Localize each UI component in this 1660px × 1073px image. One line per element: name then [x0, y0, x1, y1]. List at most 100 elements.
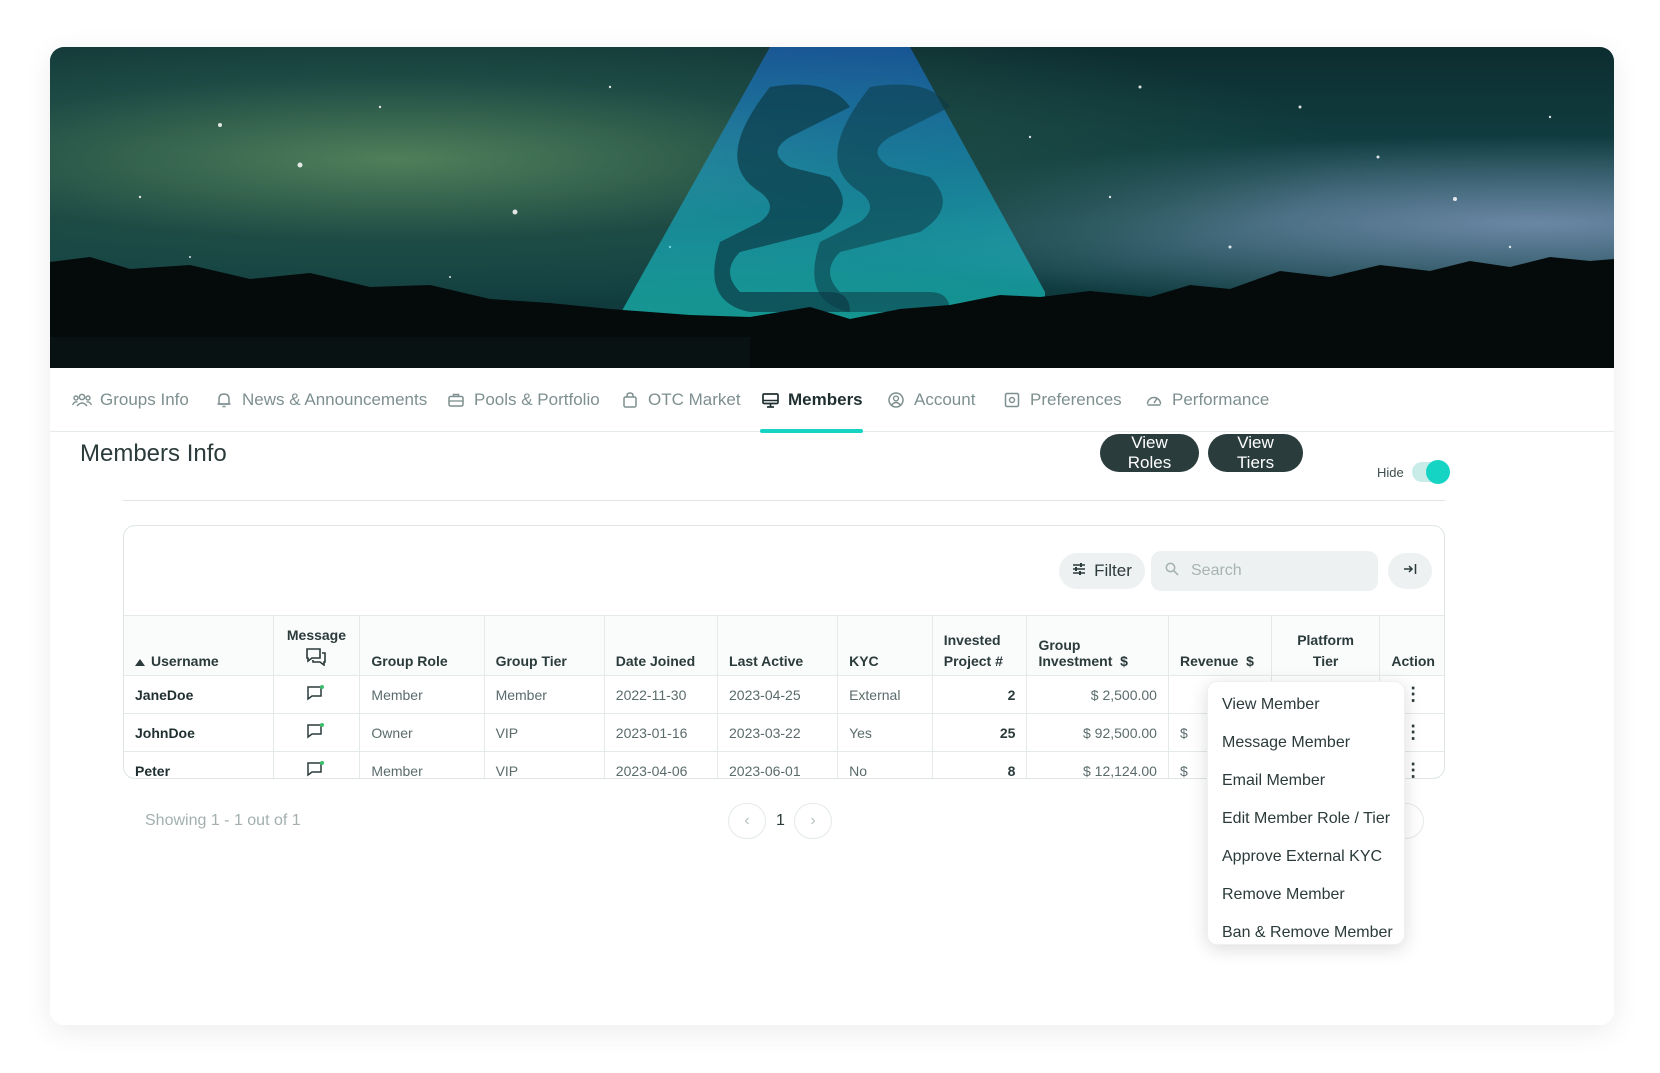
- tab-members[interactable]: Members: [760, 368, 863, 433]
- col-message: Message: [273, 615, 361, 676]
- col-date-joined: Date Joined: [604, 615, 719, 676]
- export-button[interactable]: [1388, 553, 1432, 589]
- col-group-investment-unit: $: [1120, 653, 1128, 669]
- menu-ban-remove-member[interactable]: Ban & Remove Member: [1208, 914, 1404, 952]
- col-group-investment-label: Group Investment: [1038, 637, 1113, 669]
- tab-groups-info-label: Groups Info: [100, 390, 189, 409]
- cell-group-tier: VIP: [484, 713, 605, 752]
- cell-message[interactable]: [273, 713, 361, 752]
- col-group-tier: Group Tier: [484, 615, 605, 676]
- menu-remove-member[interactable]: Remove Member: [1208, 876, 1404, 914]
- current-page[interactable]: 1: [776, 812, 785, 830]
- cell-invested: 8: [932, 751, 1028, 778]
- menu-email-member[interactable]: Email Member: [1208, 762, 1404, 800]
- tab-news-announcements[interactable]: News & Announcements: [214, 368, 427, 432]
- hide-toggle[interactable]: [1412, 460, 1450, 484]
- cell-group-tier: Member: [484, 675, 605, 714]
- col-last-active: Last Active: [717, 615, 839, 676]
- cell-date-joined: 2023-04-06: [604, 751, 719, 778]
- cell-username[interactable]: JaneDoe: [124, 675, 274, 714]
- cell-last-active: 2023-06-01: [717, 751, 839, 778]
- search-input[interactable]: [1191, 562, 1371, 580]
- col-username[interactable]: Username: [124, 615, 274, 676]
- tab-groups-info[interactable]: Groups Info: [72, 368, 189, 432]
- cell-last-active: 2023-03-22: [717, 713, 839, 752]
- cell-group-tier: VIP: [484, 751, 605, 778]
- menu-view-member[interactable]: View Member: [1208, 686, 1404, 724]
- tab-account[interactable]: Account: [886, 368, 975, 432]
- menu-approve-kyc[interactable]: Approve External KYC: [1208, 838, 1404, 876]
- settings-square-icon: [1002, 390, 1022, 410]
- gauge-icon: [1144, 390, 1164, 410]
- cell-username[interactable]: Peter: [124, 751, 274, 778]
- search-box[interactable]: [1151, 551, 1378, 591]
- view-roles-button[interactable]: View Roles: [1100, 433, 1199, 472]
- export-arrow-icon: [1403, 562, 1417, 580]
- col-invested-line2: Project #: [943, 653, 1003, 669]
- menu-message-member[interactable]: Message Member: [1208, 724, 1404, 762]
- message-icon[interactable]: [307, 723, 325, 742]
- section-divider: [123, 500, 1445, 501]
- cell-invested: 2: [932, 675, 1028, 714]
- bag-icon: [620, 390, 640, 410]
- cell-group-investment: $ 2,500.00: [1026, 675, 1169, 714]
- tab-members-label: Members: [788, 390, 863, 409]
- message-icon[interactable]: [307, 685, 325, 704]
- cell-group-role: Owner: [359, 713, 485, 752]
- sort-asc-icon: [135, 659, 145, 666]
- view-tiers-button[interactable]: View Tiers: [1208, 433, 1303, 472]
- tab-otc-market[interactable]: OTC Market: [620, 368, 741, 432]
- toggle-knob: [1426, 460, 1450, 484]
- cell-date-joined: 2023-01-16: [604, 713, 719, 752]
- next-page-button[interactable]: ›: [794, 803, 832, 839]
- cell-message[interactable]: [273, 675, 361, 714]
- menu-edit-role-tier[interactable]: Edit Member Role / Tier: [1208, 800, 1404, 838]
- col-invested: Invested Project #: [932, 615, 1028, 676]
- section-title: Members Info: [80, 440, 227, 467]
- prev-page-button[interactable]: ‹: [728, 803, 766, 839]
- tab-performance-label: Performance: [1172, 390, 1270, 409]
- cell-last-active: 2023-04-25: [717, 675, 839, 714]
- filter-button[interactable]: Filter: [1059, 553, 1145, 589]
- message-icon[interactable]: [307, 761, 325, 778]
- cell-group-role: Member: [359, 751, 485, 778]
- tab-preferences[interactable]: Preferences: [1002, 368, 1122, 432]
- monitor-icon: [760, 390, 780, 410]
- cell-date-joined: 2022-11-30: [604, 675, 719, 714]
- col-platform-tier: Platform Tier: [1271, 615, 1381, 676]
- cell-message[interactable]: [273, 751, 361, 778]
- chevron-right-icon: ›: [810, 812, 816, 829]
- tab-otc-label: OTC Market: [648, 390, 741, 409]
- tab-pools-portfolio[interactable]: Pools & Portfolio: [446, 368, 600, 432]
- action-dropdown-menu: View Member Message Member Email Member …: [1207, 681, 1405, 945]
- col-invested-line1: Invested: [943, 632, 1001, 648]
- col-revenue-unit: $: [1246, 653, 1254, 669]
- col-message-label: Message: [286, 627, 347, 643]
- chevron-left-icon: ‹: [744, 812, 750, 829]
- cell-kyc: No: [837, 751, 933, 778]
- filter-label: Filter: [1094, 561, 1132, 580]
- col-revenue-label: Revenue: [1179, 653, 1239, 669]
- bell-icon: [214, 390, 234, 410]
- cell-group-investment: $ 92,500.00: [1026, 713, 1169, 752]
- tab-performance[interactable]: Performance: [1144, 368, 1269, 432]
- col-platform-line2: Tier: [1312, 653, 1339, 669]
- sliders-icon: [1072, 561, 1086, 581]
- cell-invested: 25: [932, 713, 1028, 752]
- col-platform-line1: Platform: [1297, 632, 1354, 648]
- briefcase-icon: [446, 390, 466, 410]
- cell-kyc: External: [837, 675, 933, 714]
- tab-account-label: Account: [914, 390, 976, 409]
- tab-bar: Groups Info News & Announcements Pools &…: [50, 368, 1614, 433]
- search-icon: [1165, 562, 1179, 581]
- hide-label: Hide: [1377, 465, 1404, 480]
- cell-group-investment: $ 12,124.00: [1026, 751, 1169, 778]
- cell-kyc: Yes: [837, 713, 933, 752]
- cell-username[interactable]: JohnDoe: [124, 713, 274, 752]
- table-header-row: Username Message Group Role Group Tier D…: [124, 615, 1444, 676]
- chat-bubbles-icon: [306, 648, 327, 669]
- col-revenue: Revenue $: [1168, 615, 1272, 676]
- group-banner-image: [50, 47, 1614, 368]
- tab-pools-label: Pools & Portfolio: [474, 390, 600, 409]
- col-username-label: Username: [151, 653, 219, 669]
